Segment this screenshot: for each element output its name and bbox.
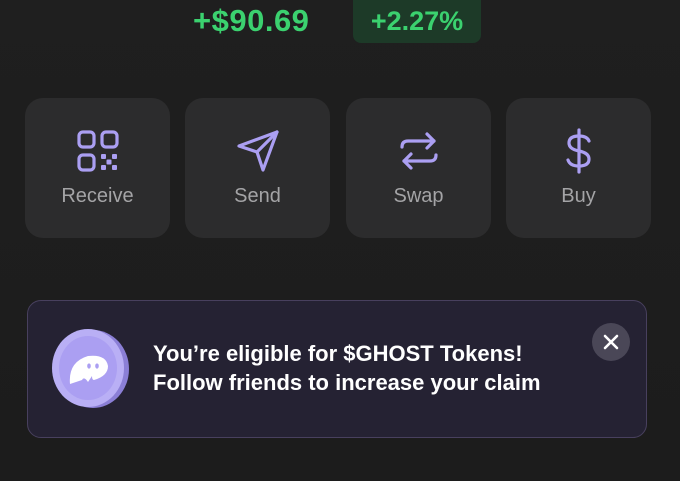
balance-change-percent: +2.27% [370,6,464,36]
ghost-coin-icon [48,326,130,410]
banner-close-button[interactable] [592,323,630,361]
qr-code-icon [75,128,121,174]
banner-message: You’re eligible for $GHOST Tokens! Follo… [153,339,613,397]
close-icon [603,334,619,350]
dollar-icon [556,128,602,174]
send-button[interactable]: Send [185,98,330,238]
ghost-token-banner[interactable]: You’re eligible for $GHOST Tokens! Follo… [27,300,647,438]
action-tiles: Receive Send Swap Buy [25,98,653,238]
banner-line-2: Follow friends to increase your claim [153,370,541,395]
balance-change-row: +$90.69 +2.27% [0,0,680,44]
balance-change-amount: +$90.69 [193,3,310,38]
swap-arrows-icon [396,128,442,174]
balance-change-percent-badge: +2.27% [353,0,481,43]
send-label: Send [234,185,281,207]
banner-line-1: You’re eligible for $GHOST Tokens! [153,341,523,366]
swap-label: Swap [393,185,444,207]
buy-button[interactable]: Buy [506,98,651,238]
send-arrow-icon [235,128,281,174]
buy-label: Buy [561,185,596,207]
receive-label: Receive [61,185,134,207]
swap-button[interactable]: Swap [346,98,491,238]
receive-button[interactable]: Receive [25,98,170,238]
